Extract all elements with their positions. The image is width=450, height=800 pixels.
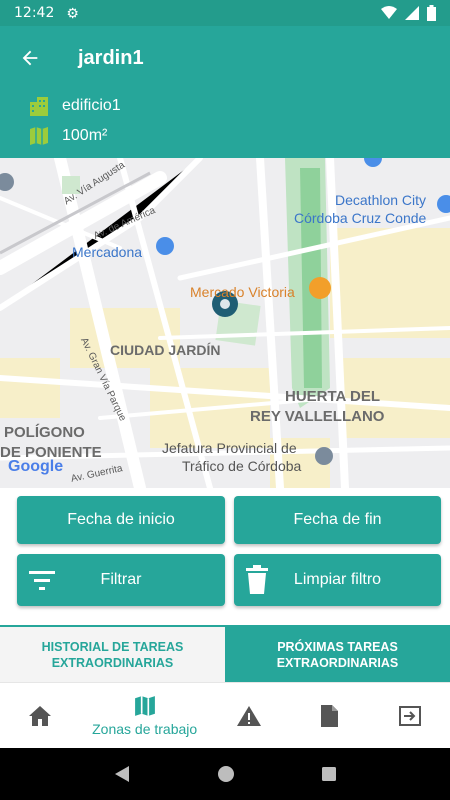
status-time: 12:42 [14, 5, 55, 21]
logout-icon [398, 705, 421, 726]
nav-zones-label: Zonas de trabajo [92, 720, 198, 737]
end-date-label: Fecha de fin [293, 511, 382, 528]
filter-buttons: Fecha de inicio Fecha de fin Filtrar Lim… [0, 488, 450, 625]
app-bar: jardin1 [0, 26, 450, 90]
bottom-navigation: Zonas de trabajo [0, 682, 450, 748]
clear-filter-button[interactable]: Limpiar filtro [234, 554, 441, 606]
page-title: jardin1 [78, 46, 144, 69]
area-row: 100m² [28, 122, 107, 150]
settings-status-icon: ⚙ [66, 4, 79, 21]
arrow-back-icon [22, 50, 38, 66]
tab-history[interactable]: HISTORIAL DE TAREAS EXTRAORDINARIAS [0, 627, 225, 682]
map-label-decathlon: Decathlon City [335, 192, 427, 208]
warning-icon [237, 705, 262, 726]
tab-upcoming-label: PRÓXIMAS TAREAS EXTRAORDINARIAS [276, 639, 399, 670]
system-navigation [0, 748, 450, 800]
document-icon [321, 704, 339, 727]
google-logo: Google [8, 458, 64, 475]
home-nav-icon[interactable] [217, 765, 235, 783]
map-label-huerta: HUERTA DEL [285, 388, 380, 405]
end-date-button[interactable]: Fecha de fin [234, 496, 441, 544]
map-area-icon [28, 125, 50, 147]
map-view[interactable]: Decathlon City Córdoba Cruz Conde Mercad… [0, 158, 450, 488]
nav-home[interactable] [0, 683, 80, 748]
building-row: edificio1 [28, 92, 121, 120]
back-button[interactable] [0, 26, 60, 90]
home-icon [29, 705, 52, 726]
status-icons [381, 5, 436, 21]
map-label-huerta-2: REY VALLELLANO [250, 408, 385, 425]
clear-filter-label: Limpiar filtro [293, 571, 382, 588]
area-value: 100m² [62, 127, 108, 144]
map-label-ciudad: CIUDAD JARDÍN [110, 342, 221, 358]
zone-info-panel: edificio1 100m² [0, 90, 450, 158]
map-label-jefatura-2: Tráfico de Córdoba [182, 458, 302, 474]
map-label-poligono: POLÍGONO [4, 424, 85, 441]
back-nav-icon[interactable] [113, 765, 131, 783]
recents-nav-icon[interactable] [321, 766, 337, 782]
map-label-decathlon-2: Córdoba Cruz Conde [294, 210, 427, 226]
filter-button[interactable]: Filtrar [17, 554, 225, 606]
tab-upcoming[interactable]: PRÓXIMAS TAREAS EXTRAORDINARIAS [225, 627, 450, 682]
task-tabs: HISTORIAL DE TAREAS EXTRAORDINARIAS PRÓX… [0, 625, 450, 682]
start-date-button[interactable]: Fecha de inicio [17, 496, 225, 544]
building-name: edificio1 [62, 97, 121, 114]
nav-logout[interactable] [370, 683, 450, 748]
status-bar: 12:42 ⚙ [0, 0, 450, 26]
start-date-label: Fecha de inicio [67, 511, 175, 528]
map-label-mercado: Mercado Victoria [190, 284, 295, 300]
battery-icon [427, 5, 436, 21]
map-icon [134, 695, 155, 716]
nav-zones[interactable]: Zonas de trabajo [80, 683, 209, 748]
tab-history-label: HISTORIAL DE TAREAS EXTRAORDINARIAS [41, 639, 184, 670]
signal-icon [405, 6, 419, 20]
map-label-mercadona: Mercadona [72, 244, 143, 260]
filter-label: Filtrar [100, 571, 142, 588]
building-icon [28, 95, 50, 117]
trash-icon [244, 554, 270, 606]
filter-icon [27, 554, 57, 606]
nav-alerts[interactable] [209, 683, 289, 748]
nav-documents[interactable] [289, 683, 369, 748]
map-label-jefatura: Jefatura Provincial de [162, 440, 297, 456]
wifi-icon [381, 6, 397, 19]
